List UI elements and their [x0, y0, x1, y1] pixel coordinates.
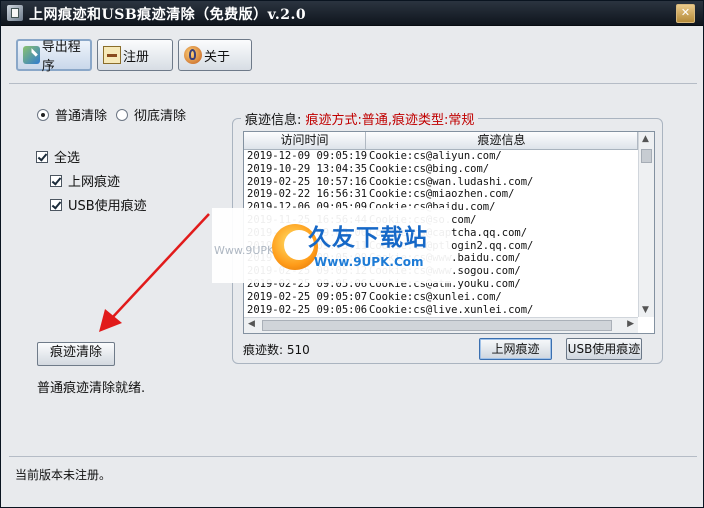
toolbar: 导出程序 注册 关于: [7, 31, 697, 79]
usb-traces-label: USB使用痕迹: [68, 199, 147, 214]
watermark: Www.9UPK.COM 久友下载站 Www.9UPK.Com: [212, 208, 451, 283]
row-time: 2019-12-09 09:05:19: [247, 150, 368, 162]
checkbox-select-all[interactable]: 全选: [36, 147, 80, 166]
app-window: 上网痕迹和USB痕迹清除（免费版）v.2.0 ✕ 导出程序 注册 关于 普通清除…: [0, 0, 704, 508]
clear-traces-button[interactable]: 痕迹清除: [37, 342, 115, 366]
vertical-scroll-thumb[interactable]: [641, 149, 652, 163]
row-info: Cookie:cs@live.xunlei.com/: [369, 303, 534, 316]
radio-normal-indicator[interactable]: [37, 108, 49, 121]
scroll-up-icon[interactable]: ▲: [642, 134, 649, 144]
column-header-time[interactable]: 访问时间: [244, 132, 366, 149]
radio-deep-clean[interactable]: 彻底清除: [116, 105, 186, 124]
table-row[interactable]: 2019-10-29 13:04:35 Cookie:cs@bing.com/: [244, 163, 638, 176]
watermark-url: Www.9UPK.Com: [314, 255, 424, 269]
status-text: 普通痕迹清除就绪.: [37, 381, 146, 396]
usb-traces-checkbox[interactable]: [50, 198, 62, 211]
row-time: 2019-02-25 09:05:07: [247, 290, 368, 303]
trace-count-value: 510: [286, 343, 310, 357]
web-traces-label: 上网痕迹: [68, 175, 121, 190]
registration-status: 当前版本未注册。: [15, 468, 112, 482]
register-button[interactable]: 注册: [97, 39, 173, 71]
table-row[interactable]: 2019-02-25 10:57:16 Cookie:cs@wan.ludashi…: [244, 176, 638, 189]
select-all-checkbox[interactable]: [36, 150, 48, 163]
select-all-label: 全选: [54, 151, 81, 166]
arrow-shaft: [110, 213, 210, 320]
table-row[interactable]: 2019-02-25 09:05:06 Cookie:cs@live.xunlei…: [244, 304, 638, 317]
row-info: Cookie:cs@miaozhen.com/: [369, 188, 515, 201]
web-traces-button[interactable]: 上网痕迹: [479, 338, 552, 360]
about-label: 关于: [204, 49, 231, 65]
register-icon: [103, 46, 121, 64]
row-time: 2019-02-25 10:57:16: [247, 175, 368, 188]
watermark-brand: 久友下载站: [308, 225, 428, 251]
list-header: 访问时间 痕迹信息: [244, 132, 638, 150]
checkbox-usb-traces[interactable]: USB使用痕迹: [50, 195, 147, 214]
toolbar-divider: [9, 83, 697, 84]
radio-normal-label: 普通清除: [55, 109, 108, 124]
app-icon: [7, 5, 23, 21]
trace-count: 痕迹数: 510: [243, 341, 310, 358]
table-row[interactable]: 2019-02-22 16:56:31 Cookie:cs@miaozhen.co…: [244, 188, 638, 201]
horizontal-scroll-thumb[interactable]: [262, 320, 612, 331]
row-time: 2019-02-22 16:56:31: [247, 188, 368, 201]
export-icon: [23, 46, 40, 64]
horizontal-scrollbar[interactable]: ◀ ▶: [244, 317, 638, 333]
usb-traces-button[interactable]: USB使用痕迹: [566, 338, 642, 360]
checkbox-web-traces[interactable]: 上网痕迹: [50, 171, 120, 190]
table-row[interactable]: 2019-12-09 09:05:19 Cookie:cs@aliyun.com/: [244, 150, 638, 163]
scroll-right-icon[interactable]: ▶: [627, 319, 634, 329]
row-info: Cookie:cs@aliyun.com/: [369, 150, 502, 162]
arrow-head-icon: [99, 309, 122, 332]
group-title-prefix: 痕迹信息:: [245, 113, 302, 128]
column-header-info[interactable]: 痕迹信息: [366, 132, 638, 149]
trace-count-label: 痕迹数:: [243, 343, 284, 357]
window-title: 上网痕迹和USB痕迹清除（免费版）v.2.0: [29, 7, 307, 23]
close-button[interactable]: ✕: [676, 4, 695, 23]
title-bar[interactable]: 上网痕迹和USB痕迹清除（免费版）v.2.0 ✕: [1, 1, 703, 26]
radio-normal-clean[interactable]: 普通清除: [37, 105, 107, 124]
radio-deep-label: 彻底清除: [134, 109, 187, 124]
group-title-detail: 痕迹方式:普通,痕迹类型:常规: [305, 113, 475, 128]
export-button[interactable]: 导出程序: [16, 39, 92, 74]
export-label: 导出程序: [41, 40, 81, 74]
row-time: 2019-02-25 09:05:06: [247, 303, 368, 316]
bottom-divider: [9, 456, 697, 457]
web-traces-checkbox[interactable]: [50, 174, 62, 187]
row-info: Cookie:cs@xunlei.com/: [369, 290, 502, 303]
radio-deep-indicator[interactable]: [116, 108, 128, 121]
vertical-scrollbar[interactable]: ▲ ▼: [638, 132, 654, 317]
scroll-down-icon[interactable]: ▼: [642, 305, 649, 315]
scroll-left-icon[interactable]: ◀: [248, 319, 255, 329]
about-button[interactable]: 关于: [178, 39, 252, 71]
register-label: 注册: [123, 49, 150, 65]
about-icon: [184, 46, 202, 64]
row-info: Cookie:cs@bing.com/: [369, 162, 490, 175]
group-title: 痕迹信息: 痕迹方式:普通,痕迹类型:常规: [241, 109, 479, 128]
row-info: Cookie:cs@wan.ludashi.com/: [369, 175, 534, 188]
row-time: 2019-10-29 13:04:35: [247, 162, 368, 175]
table-row[interactable]: 2019-02-25 09:05:07 Cookie:cs@xunlei.com/: [244, 291, 638, 304]
